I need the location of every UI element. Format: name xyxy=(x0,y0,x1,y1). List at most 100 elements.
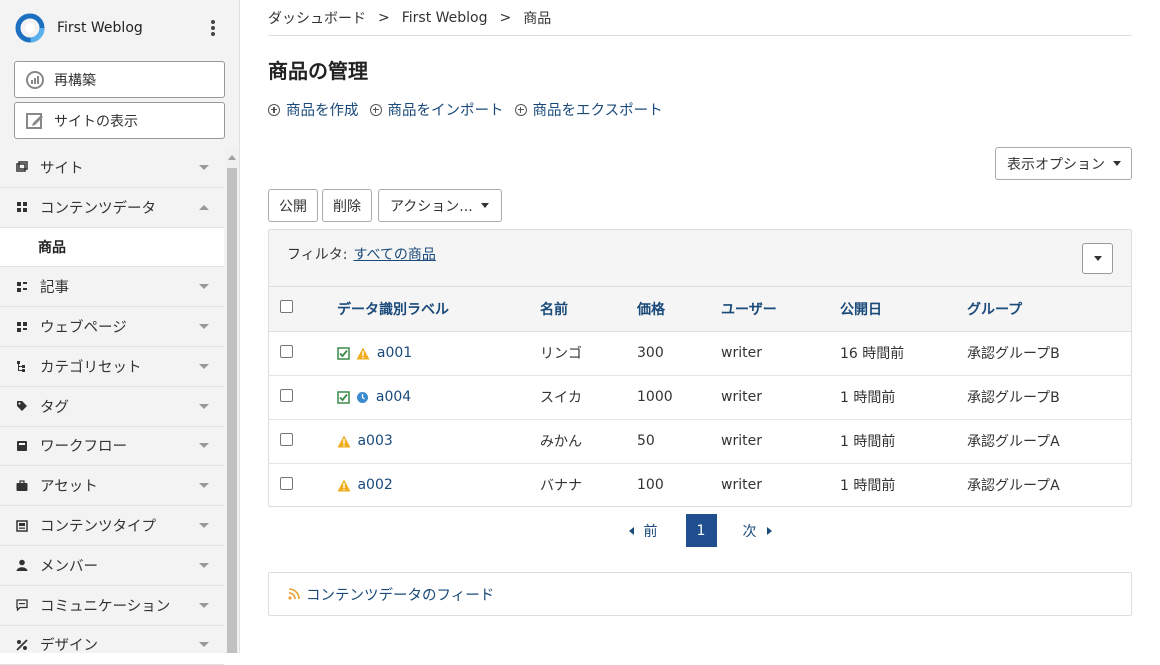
breadcrumb-weblog[interactable]: First Weblog xyxy=(402,10,488,26)
scroll-up-arrow-icon[interactable] xyxy=(228,155,236,160)
chevron-down-icon xyxy=(199,602,209,608)
export-product-label: 商品をエクスポート xyxy=(532,103,663,119)
menu-item-content-types[interactable]: コンテンツタイプ xyxy=(0,506,224,546)
view-site-button[interactable]: サイトの表示 xyxy=(14,102,225,139)
select-all-checkbox[interactable] xyxy=(280,300,293,314)
pages-icon xyxy=(17,321,27,332)
workflow-icon xyxy=(17,440,27,451)
col-header-price[interactable]: 価格 xyxy=(637,287,721,332)
menu-label-assets: アセット xyxy=(40,479,98,496)
menu-item-tags[interactable]: タグ xyxy=(0,387,224,427)
more-actions-label: アクション... xyxy=(390,198,473,215)
row-checkbox[interactable] xyxy=(280,388,293,402)
user-cell: writer xyxy=(721,331,840,376)
chevron-right-icon xyxy=(766,526,772,535)
menu-item-content-data[interactable]: コンテンツデータ xyxy=(0,188,224,228)
side-menu: サイト コンテンツデータ 商品 記事 ウェブページ カテゴリセット タグ ワーク… xyxy=(0,148,224,665)
next-page-link[interactable]: 次 xyxy=(743,521,772,541)
label-cell: a003 xyxy=(337,419,540,464)
warning-icon xyxy=(356,347,370,360)
menu-label-content-types: コンテンツタイプ xyxy=(40,519,156,536)
site-logo-icon xyxy=(15,13,45,43)
menu-item-category-sets[interactable]: カテゴリセット xyxy=(0,347,224,387)
published-check-icon xyxy=(337,390,350,404)
col-header-group[interactable]: グループ xyxy=(967,287,1131,332)
group-cell: 承認グループB xyxy=(967,331,1131,376)
col-header-name[interactable]: 名前 xyxy=(540,287,637,332)
chevron-down-icon xyxy=(199,443,209,449)
row-checkbox[interactable] xyxy=(280,344,293,358)
import-product-link[interactable]: 商品をインポート xyxy=(369,99,504,120)
page-actions: 商品を作成 商品をインポート 商品をエクスポート xyxy=(268,99,1132,120)
menu-item-design[interactable]: デザイン xyxy=(0,626,224,665)
sidebar-scrollbar[interactable] xyxy=(226,150,238,653)
col-header-label[interactable]: データ識別ラベル xyxy=(337,287,540,332)
row-label-link[interactable]: a002 xyxy=(357,477,392,493)
filter-label-text: フィルタ: xyxy=(287,247,348,263)
breadcrumb-dashboard[interactable]: ダッシュボード xyxy=(268,8,366,28)
menu-item-communication[interactable]: コミュニケーション xyxy=(0,586,224,626)
caret-down-icon xyxy=(1113,161,1121,166)
warning-icon xyxy=(337,435,351,448)
menu-subitem-products[interactable]: 商品 xyxy=(0,227,224,268)
row-select-cell xyxy=(269,331,337,376)
chevron-down-icon xyxy=(199,483,209,489)
prev-page-label: 前 xyxy=(643,523,658,540)
label-cell: a001 xyxy=(337,331,540,376)
more-options-icon[interactable] xyxy=(203,18,223,38)
group-cell: 承認グループA xyxy=(967,478,1060,495)
menu-item-site[interactable]: サイト xyxy=(0,148,224,188)
display-options-button[interactable]: 表示オプション xyxy=(995,147,1132,180)
menu-item-entries[interactable]: 記事 xyxy=(0,267,224,308)
prev-page-link[interactable]: 前 xyxy=(628,521,658,541)
chevron-left-icon xyxy=(628,526,634,535)
menu-item-pages[interactable]: ウェブページ xyxy=(0,307,224,347)
import-product-label: 商品をインポート xyxy=(387,103,504,119)
row-label-link[interactable]: a001 xyxy=(377,345,412,361)
col-header-published[interactable]: 公開日 xyxy=(840,287,967,332)
col-header-user[interactable]: ユーザー xyxy=(721,287,840,332)
table-row: a001 リンゴ 300 writer 16 時間前 承認グループB xyxy=(269,331,1131,376)
delete-button[interactable]: 削除 xyxy=(322,189,372,222)
menu-item-workflow[interactable]: ワークフロー xyxy=(0,427,224,467)
plus-circle-icon xyxy=(369,103,382,116)
row-label-link[interactable]: a003 xyxy=(357,433,392,449)
filter-value-link[interactable]: すべての商品 xyxy=(353,247,435,263)
row-label-link[interactable]: a004 xyxy=(376,389,411,405)
content-feed-label: コンテンツデータのフィード xyxy=(306,587,495,604)
row-select-cell xyxy=(269,419,337,464)
create-product-link[interactable]: 商品を作成 xyxy=(268,99,359,120)
name-cell: みかん xyxy=(540,419,637,464)
filter-toggle-button[interactable] xyxy=(1082,243,1113,274)
content-feed-link[interactable]: コンテンツデータのフィード xyxy=(288,584,494,605)
edit-icon xyxy=(26,112,43,129)
more-actions-button[interactable]: アクション... xyxy=(378,189,502,222)
row-checkbox[interactable] xyxy=(280,476,293,490)
menu-label-design: デザイン xyxy=(40,638,98,655)
rss-icon xyxy=(288,588,300,600)
current-page-button[interactable]: 1 xyxy=(685,514,717,547)
menu-item-assets[interactable]: アセット xyxy=(0,466,224,507)
group-cell: 承認グループA xyxy=(967,419,1131,464)
publish-button[interactable]: 公開 xyxy=(268,189,318,222)
filter-bar: フィルタ: すべての商品 xyxy=(269,230,1131,287)
user-cell: writer xyxy=(721,375,840,420)
content-data-icon xyxy=(17,202,27,213)
site-icon xyxy=(16,161,28,173)
row-checkbox[interactable] xyxy=(280,432,293,446)
bulk-actions: 公開 削除 アクション... xyxy=(268,189,502,222)
menu-label-content-data: コンテンツデータ xyxy=(40,200,156,217)
label-cell: a002 xyxy=(337,463,540,507)
rebuild-button[interactable]: 再構築 xyxy=(14,61,225,98)
menu-label-workflow: ワークフロー xyxy=(40,439,127,456)
briefcase-icon xyxy=(16,480,28,491)
menu-label-category-sets: カテゴリセット xyxy=(40,359,142,376)
chevron-down-icon xyxy=(199,523,209,529)
sidebar: First Weblog 再構築 サイトの表示 サイト コンテンツデータ 商品 xyxy=(0,0,240,665)
menu-item-members[interactable]: メンバー xyxy=(0,546,224,586)
category-sets-icon xyxy=(17,361,25,373)
next-page-label: 次 xyxy=(742,523,757,540)
group-cell: 承認グループB xyxy=(967,375,1131,420)
export-product-link[interactable]: 商品をエクスポート xyxy=(514,99,663,120)
scrollbar-thumb[interactable] xyxy=(227,168,237,653)
